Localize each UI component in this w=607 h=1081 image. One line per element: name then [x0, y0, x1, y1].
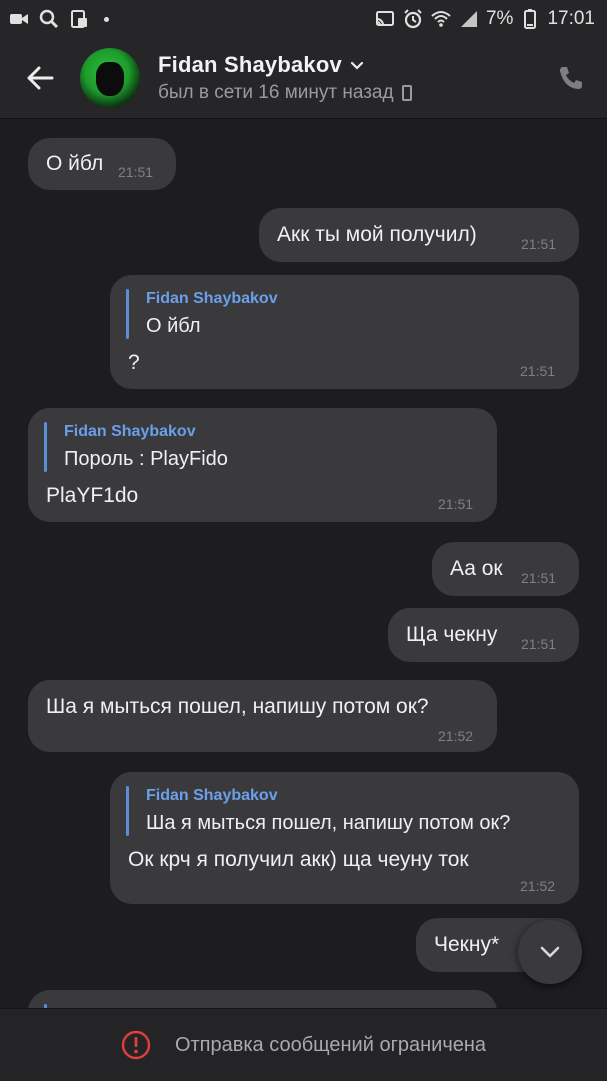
reply-quote-text: О йбл [146, 315, 201, 337]
contact-title-block[interactable]: Fidan Shaybakov был в сети 16 минут наза… [158, 52, 412, 104]
message-text: PlaYF1do [46, 484, 139, 507]
message-bubble-incoming[interactable]: Ша я мыться пошел, напишу потом ок? 21:5… [28, 680, 497, 752]
clock-time: 17:01 [547, 8, 595, 29]
message-bubble-outgoing[interactable]: Акк ты мой получил) 21:51 [259, 208, 579, 262]
message-time: 21:51 [520, 363, 556, 379]
message-time: 21:51 [521, 570, 557, 586]
message-text: Ок крч я получил акк) ща чеуну ток [128, 848, 469, 871]
battery-icon [519, 8, 541, 30]
call-button[interactable] [555, 62, 587, 94]
avatar[interactable] [80, 48, 140, 108]
message-time: 21:51 [438, 496, 474, 512]
wifi-icon [430, 8, 452, 30]
message-time: 21:52 [438, 728, 474, 744]
battery-percent: 7% [485, 8, 514, 29]
document-icon [68, 8, 90, 30]
cast-icon [374, 8, 396, 30]
message-text: Ща чекну [406, 623, 498, 646]
reply-quote-text: Ша я мыться пошел, напишу потом ок? [146, 812, 511, 834]
restricted-message: Отправка сообщений ограничена [174, 1033, 487, 1056]
message-bubble-outgoing[interactable]: Fidan Shaybakov Ша я мыться пошел, напиш… [110, 772, 579, 904]
notification-dot-icon [104, 16, 109, 22]
reply-author-name: Fidan Shaybakov [146, 290, 278, 307]
chevron-down-icon [348, 56, 366, 74]
message-text: Чекну* [434, 933, 500, 956]
message-bubble-outgoing[interactable]: Fidan Shaybakov О йбл ? 21:51 [110, 275, 579, 389]
message-bubble-incoming[interactable] [28, 990, 497, 1008]
message-time: 21:51 [521, 236, 557, 252]
search-icon [38, 8, 60, 30]
chevron-down-icon [540, 946, 560, 958]
reply-quote-bar [44, 422, 47, 472]
reply-author-name: Fidan Shaybakov [146, 787, 278, 804]
arrow-left-icon [27, 66, 54, 90]
message-time: 21:51 [521, 636, 557, 652]
video-camera-icon [8, 8, 30, 30]
message-time: 21:52 [520, 878, 556, 894]
mobile-device-icon [401, 85, 412, 101]
message-bubble-incoming[interactable]: Fidan Shaybakov Пороль : PlayFido PlaYF1… [28, 408, 497, 522]
message-bubble-incoming[interactable]: О йбл 21:51 [28, 138, 176, 190]
chat-header: Fidan Shaybakov был в сети 16 минут наза… [0, 38, 607, 118]
message-list[interactable]: О йбл 21:51 Акк ты мой получил) 21:51 Fi… [0, 118, 607, 1008]
message-bubble-outgoing[interactable]: Ща чекну 21:51 [388, 608, 579, 662]
message-time: 21:51 [118, 164, 154, 180]
reply-quote-text: Пороль : PlayFido [64, 448, 228, 470]
reply-quote-bar [126, 786, 129, 836]
back-button[interactable] [12, 50, 68, 106]
message-text: ? [128, 351, 140, 374]
messaging-restricted-bar: Отправка сообщений ограничена [0, 1008, 607, 1081]
phone-icon [560, 67, 582, 89]
last-seen-status: был в сети 16 минут назад [158, 82, 394, 103]
status-bar: 7% 17:01 [0, 0, 607, 38]
message-text: О йбл [46, 152, 104, 175]
alarm-icon [402, 8, 424, 30]
warning-icon [121, 1030, 151, 1060]
contact-name: Fidan Shaybakov [158, 52, 342, 77]
reply-quote-bar [126, 289, 129, 339]
message-text: Акк ты мой получил) [277, 223, 477, 246]
signal-icon [458, 8, 480, 30]
reply-author-name: Fidan Shaybakov [64, 423, 196, 440]
scroll-to-bottom-button[interactable] [518, 920, 582, 984]
message-text: Аа ок [450, 557, 503, 580]
message-text: Ша я мыться пошел, напишу потом ок? [46, 695, 429, 718]
message-bubble-outgoing[interactable]: Аа ок 21:51 [432, 542, 579, 596]
